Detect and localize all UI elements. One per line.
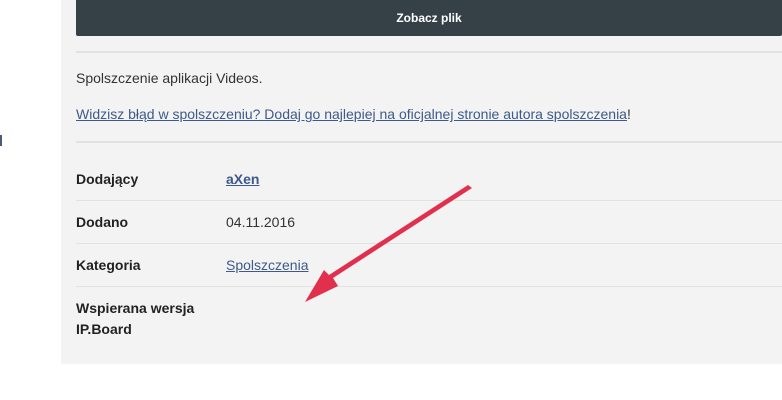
- submitter-label: Dodający: [76, 171, 139, 187]
- supported-version-label: Wspierana wersja IP.Board: [76, 300, 195, 337]
- report-error-link[interactable]: Widzisz błąd w spolszczeniu? Dodaj go na…: [76, 106, 627, 122]
- row-separator: [76, 200, 782, 201]
- report-error-line: Widzisz błąd w spolszczeniu? Dodaj go na…: [76, 106, 631, 122]
- category-label: Kategoria: [76, 257, 141, 273]
- added-label: Dodano: [76, 214, 129, 230]
- divider: [76, 141, 782, 143]
- file-details-panel: Zobacz plik Spolszczenie aplikacji Video…: [61, 0, 782, 364]
- added-date: 04.11.2016: [226, 214, 296, 230]
- divider: [76, 51, 782, 53]
- report-error-suffix: !: [626, 106, 631, 122]
- submitter-link[interactable]: aXen: [226, 171, 259, 187]
- file-description: Spolszczenie aplikacji Videos.: [76, 70, 263, 86]
- row-separator: [76, 243, 782, 244]
- view-file-button[interactable]: Zobacz plik: [76, 0, 782, 36]
- row-separator: [76, 286, 782, 287]
- category-link[interactable]: Spolszczenia: [226, 257, 309, 273]
- left-edge-mark: [0, 135, 2, 146]
- page: Zobacz plik Spolszczenie aplikacji Video…: [0, 0, 782, 400]
